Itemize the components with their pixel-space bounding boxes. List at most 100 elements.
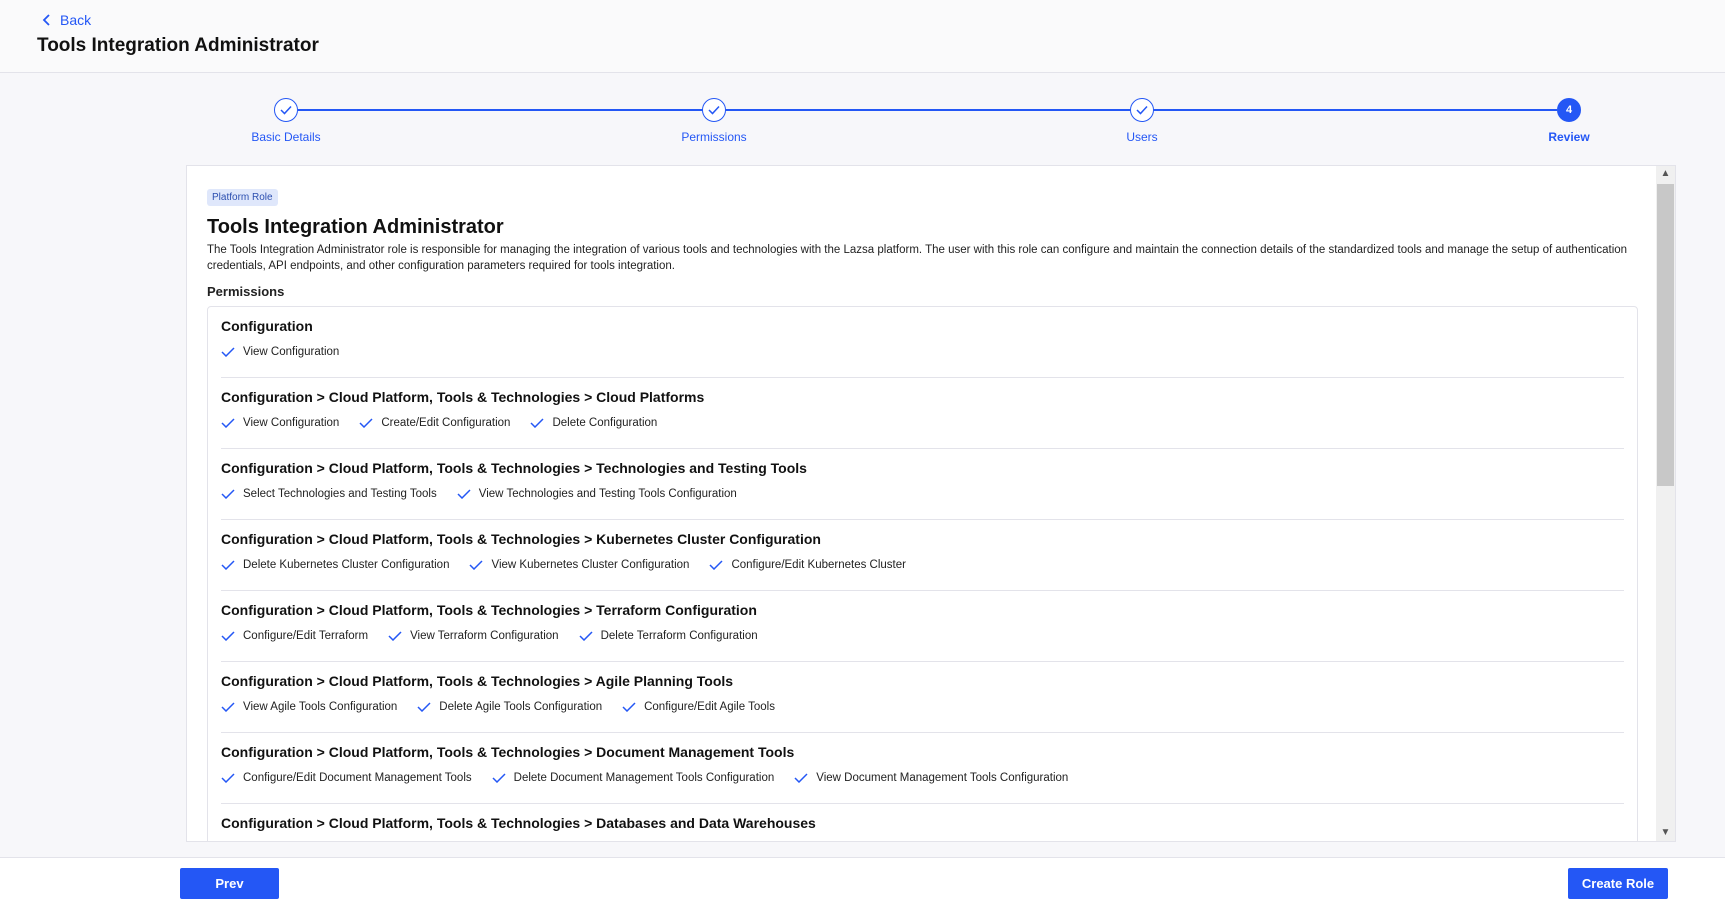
check-icon	[492, 773, 506, 783]
permission-item: Delete Configuration	[530, 417, 657, 429]
permissions-list: Configuration View Configuration Configura…	[207, 306, 1638, 841]
permission-section-title: Configuration > Cloud Platform, Tools & …	[221, 602, 757, 618]
check-icon	[221, 702, 235, 712]
permission-section: Configuration View Configuration	[221, 307, 1624, 378]
permission-item-label: Delete Kubernetes Cluster Configuration	[243, 559, 450, 571]
footer: Prev Create Role	[0, 857, 1725, 908]
permission-items: View Configuration	[221, 346, 1624, 358]
permission-item-label: Configure/Edit Document Management Tools	[243, 772, 472, 784]
check-icon	[388, 631, 402, 641]
permission-item: Configure/Edit Agile Tools	[622, 701, 775, 713]
permission-item-label: View Configuration	[243, 346, 340, 358]
permission-item: View Technologies and Testing Tools Conf…	[457, 488, 737, 500]
check-icon	[274, 98, 298, 122]
permission-section: Configuration > Cloud Platform, Tools & …	[221, 804, 1624, 841]
scrollbar[interactable]: ▲ ▼	[1656, 166, 1675, 841]
permission-item-label: View Kubernetes Cluster Configuration	[491, 559, 690, 571]
role-type-badge: Platform Role	[207, 189, 278, 206]
permission-item: View Terraform Configuration	[388, 630, 559, 642]
permission-section-title: Configuration	[221, 318, 313, 334]
permission-items: Configure/Edit Terraform View Terraform C…	[221, 630, 1624, 642]
check-icon	[702, 98, 726, 122]
permission-item: Configure/Edit Terraform	[221, 630, 368, 642]
permission-section: Configuration > Cloud Platform, Tools & …	[221, 662, 1624, 733]
permission-item: Configure/Edit Kubernetes Cluster	[709, 559, 906, 571]
permission-items: Configure/Edit Document Management Tools…	[221, 772, 1624, 784]
check-icon	[359, 418, 373, 428]
permission-section-title: Configuration > Cloud Platform, Tools & …	[221, 673, 734, 689]
step-label: Basic Details	[251, 130, 321, 144]
permission-item-label: View Document Management Tools Configura…	[816, 772, 1069, 784]
permission-item-label: Create/Edit Configuration	[381, 417, 511, 429]
role-title: Tools Integration Administrator	[207, 216, 504, 238]
check-icon	[417, 702, 431, 712]
permission-item: View Agile Tools Configuration	[221, 701, 397, 713]
check-icon	[579, 631, 593, 641]
permission-section: Configuration > Cloud Platform, Tools & …	[221, 591, 1624, 662]
permission-items: Delete Kubernetes Cluster Configuration V…	[221, 559, 1624, 571]
permission-section: Configuration > Cloud Platform, Tools & …	[221, 733, 1624, 804]
step-label: Review	[1548, 130, 1590, 144]
check-icon	[221, 347, 235, 357]
permission-items: View Configuration Create/Edit Configurat…	[221, 417, 1624, 429]
create-role-button[interactable]: Create Role	[1568, 868, 1668, 899]
check-icon	[1130, 98, 1154, 122]
step-basic-details[interactable]: Basic Details	[216, 98, 356, 144]
permission-item: View Configuration	[221, 417, 339, 429]
check-icon	[221, 631, 235, 641]
permission-section-title: Configuration > Cloud Platform, Tools & …	[221, 744, 795, 760]
permission-item-label: Delete Terraform Configuration	[600, 630, 758, 642]
permission-section: Configuration > Cloud Platform, Tools & …	[221, 520, 1624, 591]
stepper-line	[298, 109, 1557, 111]
permission-item: Select Technologies and Testing Tools	[221, 488, 437, 500]
prev-button[interactable]: Prev	[180, 868, 279, 899]
permission-section-title: Configuration > Cloud Platform, Tools & …	[221, 460, 807, 476]
step-review[interactable]: 4 Review	[1499, 98, 1639, 144]
check-icon	[457, 489, 471, 499]
permission-item: Delete Document Management Tools Configu…	[492, 772, 775, 784]
permission-item-label: Configure/Edit Terraform	[243, 630, 369, 642]
permission-item-label: Delete Configuration	[552, 417, 658, 429]
scrollbar-thumb[interactable]	[1657, 184, 1674, 486]
permission-item: Delete Terraform Configuration	[579, 630, 758, 642]
permission-item: Delete Kubernetes Cluster Configuration	[221, 559, 449, 571]
review-scroll-area: Platform Role Tools Integration Administ…	[187, 166, 1657, 841]
check-icon	[530, 418, 544, 428]
permission-item-label: Delete Document Management Tools Configu…	[513, 772, 775, 784]
permission-items: View Agile Tools Configuration Delete Agi…	[221, 701, 1624, 713]
permission-item-label: Select Technologies and Testing Tools	[243, 488, 437, 500]
step-permissions[interactable]: Permissions	[644, 98, 784, 144]
step-users[interactable]: Users	[1072, 98, 1212, 144]
permission-section-title: Configuration > Cloud Platform, Tools & …	[221, 815, 816, 831]
permission-section-title: Configuration > Cloud Platform, Tools & …	[221, 389, 705, 405]
permission-item-label: Configure/Edit Kubernetes Cluster	[731, 559, 906, 571]
check-icon	[794, 773, 808, 783]
permission-item-label: View Configuration	[243, 417, 340, 429]
step-label: Users	[1126, 130, 1158, 144]
permission-items: Select Technologies and Testing Tools Vie…	[221, 488, 1624, 500]
permission-item: Delete Agile Tools Configuration	[417, 701, 602, 713]
permission-item-label: View Agile Tools Configuration	[243, 701, 398, 713]
check-icon	[221, 418, 235, 428]
permission-item: View Kubernetes Cluster Configuration	[469, 559, 689, 571]
step-number: 4	[1557, 98, 1581, 122]
stepper: Basic Details Permissions Users 4 Review	[0, 0, 1725, 160]
permission-section: Configuration > Cloud Platform, Tools & …	[221, 378, 1624, 449]
permission-item: Create/Edit Configuration	[359, 417, 510, 429]
check-icon	[622, 702, 636, 712]
permission-item: View Configuration	[221, 346, 339, 358]
scroll-down-icon[interactable]: ▼	[1656, 825, 1675, 841]
permission-section-title: Configuration > Cloud Platform, Tools & …	[221, 531, 821, 547]
permission-item: Configure/Edit Document Management Tools	[221, 772, 472, 784]
review-card: Platform Role Tools Integration Administ…	[186, 165, 1676, 842]
permission-item-label: Delete Agile Tools Configuration	[439, 701, 603, 713]
check-icon	[221, 489, 235, 499]
role-description: The Tools Integration Administrator role…	[207, 244, 1628, 272]
permission-item: View Document Management Tools Configura…	[794, 772, 1068, 784]
check-icon	[221, 773, 235, 783]
step-label: Permissions	[681, 130, 747, 144]
scroll-up-icon[interactable]: ▲	[1656, 166, 1675, 182]
permissions-heading: Permissions	[207, 284, 285, 299]
permission-item-label: Configure/Edit Agile Tools	[644, 701, 775, 713]
permission-section: Configuration > Cloud Platform, Tools & …	[221, 449, 1624, 520]
